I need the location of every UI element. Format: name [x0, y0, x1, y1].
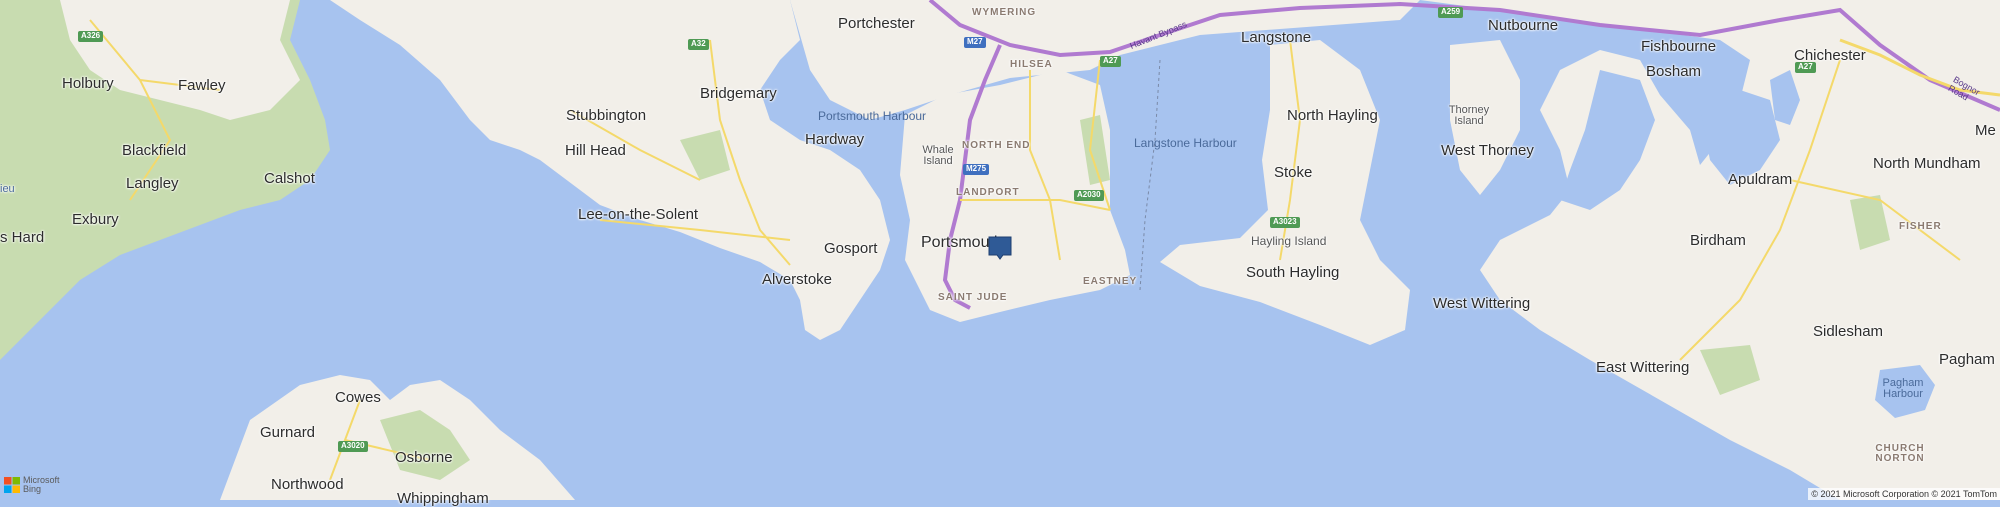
place-pagham: Pagham: [1939, 351, 1995, 368]
place-stubbington: Stubbington: [566, 107, 647, 124]
bing-logo-text: Microsoft Bing: [23, 475, 60, 495]
place-alverstoke: Alverstoke: [762, 271, 833, 288]
place-sidlesham: Sidlesham: [1813, 323, 1884, 340]
road-shield-a259: A259: [1438, 7, 1464, 18]
map-canvas[interactable]: Holbury Fawley Blackfield Langley Calsho…: [0, 0, 2000, 506]
road-shield-a3020: A3020: [338, 441, 368, 452]
copyright-notice: © 2021 Microsoft Corporation © 2021 TomT…: [1808, 488, 2000, 500]
place-langstone: Langstone: [1241, 29, 1312, 46]
road-shield-m27: M27: [964, 37, 986, 48]
place-gurnard: Gurnard: [260, 424, 316, 441]
place-birdham: Birdham: [1690, 232, 1746, 249]
road-shield-a2030: A2030: [1074, 190, 1104, 201]
place-north-hayling: North Hayling: [1287, 107, 1378, 124]
road-shield-a32: A32: [688, 39, 709, 50]
pin-icon: [988, 236, 1012, 260]
place-fishbourne: Fishbourne: [1641, 38, 1717, 55]
place-fawley: Fawley: [178, 77, 226, 94]
place-stoke: Stoke: [1274, 164, 1313, 181]
place-pagham-harbour: Pagham Harbour: [1882, 377, 1924, 400]
place-ieu: ieu: [0, 183, 15, 195]
place-blackfield: Blackfield: [122, 142, 187, 159]
place-calshot: Calshot: [264, 170, 315, 187]
district-landport: LANDPORT: [956, 187, 1020, 198]
place-hill-head: Hill Head: [565, 142, 626, 159]
place-osborne: Osborne: [395, 449, 453, 466]
road-shield-a27-east: A27: [1795, 62, 1816, 73]
place-nutbourne: Nutbourne: [1488, 17, 1559, 34]
place-west-wittering: West Wittering: [1433, 295, 1531, 312]
water-portsmouth-harbour: Portsmouth Harbour: [818, 109, 927, 123]
place-lee-on-the-solent: Lee-on-the-Solent: [578, 206, 699, 223]
place-thorney-island: Thorney Island: [1448, 104, 1490, 127]
location-pin-marker[interactable]: [988, 236, 1012, 260]
district-church-norton: CHURCH NORTON: [1875, 443, 1925, 464]
place-s-hard: s Hard: [0, 229, 45, 246]
place-holbury: Holbury: [62, 75, 114, 92]
place-west-thorney: West Thorney: [1441, 142, 1534, 159]
district-wymering: WYMERING: [972, 7, 1037, 18]
place-me: Me: [1975, 122, 1996, 139]
district-eastney: EASTNEY: [1083, 276, 1138, 287]
water-langstone-harbour: Langstone Harbour: [1134, 136, 1237, 150]
district-hilsea: HILSEA: [1010, 59, 1053, 70]
road-shield-a3023: A3023: [1270, 217, 1300, 228]
bing-logo-line2: Bing: [23, 484, 42, 495]
place-portchester: Portchester: [838, 15, 915, 32]
place-whale-island: Whale Island: [922, 144, 954, 167]
place-bosham: Bosham: [1646, 63, 1702, 80]
place-east-wittering: East Wittering: [1596, 359, 1690, 376]
place-hayling-island: Hayling Island: [1251, 234, 1327, 248]
place-whippingham: Whippingham: [397, 490, 489, 507]
place-hardway: Hardway: [805, 131, 865, 148]
place-langley: Langley: [126, 175, 179, 192]
place-exbury: Exbury: [72, 211, 119, 228]
district-fisher: FISHER: [1899, 221, 1942, 232]
road-shield-a27-west: A27: [1100, 56, 1121, 67]
road-shield-m275: M275: [963, 164, 990, 175]
place-apuldram: Apuldram: [1728, 171, 1793, 188]
district-north-end: NORTH END: [962, 140, 1031, 151]
place-north-mundham: North Mundham: [1873, 155, 1981, 172]
bing-logo[interactable]: Microsoft Bing: [4, 475, 60, 495]
place-chichester: Chichester: [1794, 47, 1866, 64]
microsoft-logo-icon: [4, 477, 20, 494]
place-northwood: Northwood: [271, 476, 344, 493]
place-cowes: Cowes: [335, 389, 381, 406]
place-gosport: Gosport: [824, 240, 878, 257]
road-shield-a326: A326: [78, 31, 104, 42]
place-bridgemary: Bridgemary: [700, 85, 777, 102]
district-saint-jude: SAINT JUDE: [938, 292, 1008, 303]
place-south-hayling: South Hayling: [1246, 264, 1340, 281]
